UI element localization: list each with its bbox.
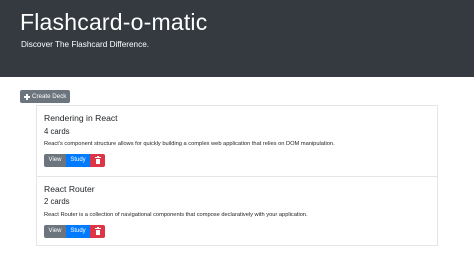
view-button[interactable]: View	[44, 225, 66, 238]
page-title: Flashcard-o-matic	[20, 9, 208, 35]
page-subtitle: Discover The Flashcard Difference.	[21, 40, 150, 49]
delete-button[interactable]	[90, 225, 105, 238]
header-banner: Flashcard-o-matic Discover The Flashcard…	[0, 0, 474, 77]
deck-card: React Router 2 cards React Router is a c…	[36, 176, 438, 246]
deck-description: React Router is a collection of navigati…	[44, 212, 308, 218]
view-button[interactable]: View	[44, 154, 66, 167]
trash-icon	[94, 156, 101, 164]
deck-actions: View Study	[44, 225, 105, 238]
delete-button[interactable]	[90, 154, 105, 167]
deck-description: React's component structure allows for q…	[44, 141, 335, 147]
study-button[interactable]: Study	[66, 225, 90, 238]
deck-card-count: 2 cards	[44, 197, 70, 206]
create-deck-label: Create Deck	[32, 93, 67, 100]
deck-name: React Router	[44, 184, 95, 194]
deck-card-count: 4 cards	[44, 127, 70, 136]
trash-icon	[94, 227, 101, 235]
study-button[interactable]: Study	[66, 154, 90, 167]
deck-actions: View Study	[44, 154, 105, 167]
deck-card: Rendering in React 4 cards React's compo…	[36, 105, 438, 177]
create-deck-button[interactable]: Create Deck	[20, 90, 70, 103]
plus-icon	[24, 93, 30, 100]
deck-name: Rendering in React	[44, 113, 118, 123]
